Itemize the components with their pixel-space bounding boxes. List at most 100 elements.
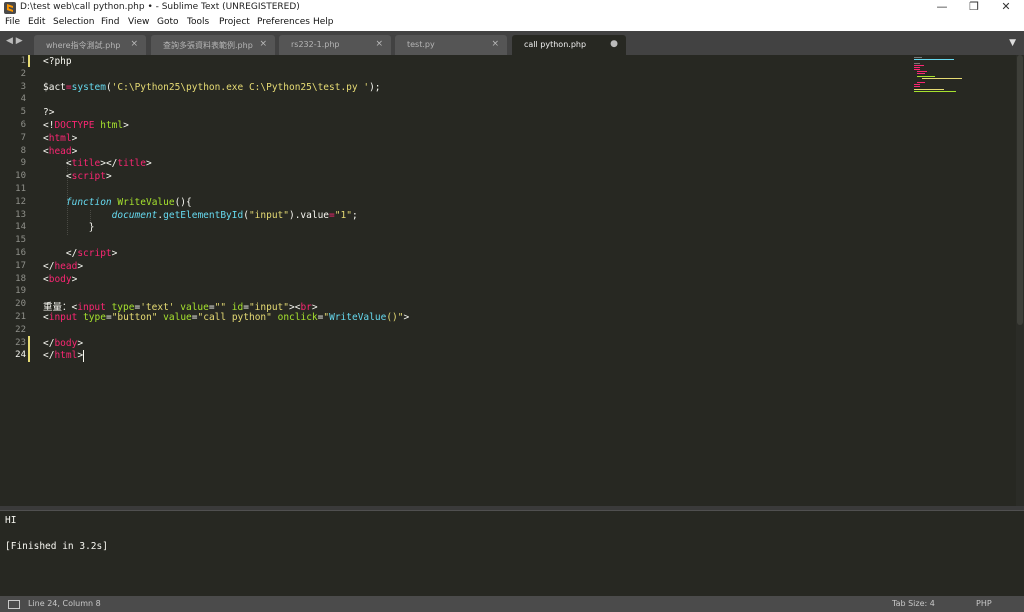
code-token: > <box>71 273 78 285</box>
code-token: </ <box>43 260 55 272</box>
code-token: 'C:\Python25\python.exe C:\Python25\test… <box>111 81 370 93</box>
tab-bar: ◀ ▶ where指令測試.php × 查詢多張資料表範例.php × rs23… <box>0 31 1024 55</box>
maximize-button[interactable]: ❐ <box>958 0 990 16</box>
tab-query[interactable]: 查詢多張資料表範例.php × <box>151 35 275 55</box>
code-line: <head> <box>43 146 77 157</box>
code-token: value <box>157 312 192 323</box>
close-button[interactable]: ✕ <box>990 0 1022 16</box>
panel-switcher-icon[interactable] <box>8 600 20 609</box>
output-line: HI <box>5 515 17 526</box>
tab-call-python[interactable]: call python.php ● <box>512 35 626 55</box>
code-token: body <box>54 337 78 349</box>
code-token: script <box>71 171 106 183</box>
code-line: </body> <box>43 338 83 349</box>
tab-close-icon[interactable]: × <box>259 39 267 49</box>
code-token: onclick <box>271 312 318 323</box>
code-token: > <box>77 337 84 349</box>
code-token: html <box>54 350 78 362</box>
menu-selection[interactable]: Selection <box>53 17 94 27</box>
minimap[interactable] <box>912 55 1022 95</box>
line-number: 23 <box>15 337 26 348</box>
code-token: script <box>77 248 112 259</box>
tab-where[interactable]: where指令測試.php × <box>34 35 146 55</box>
tab-close-icon[interactable]: × <box>375 39 383 49</box>
code-token: </ <box>43 248 78 259</box>
line-number: 12 <box>15 196 26 207</box>
tab-close-icon[interactable]: × <box>130 39 138 49</box>
code-line: </script> <box>43 248 118 259</box>
tab-nav-arrows-icon[interactable]: ◀ ▶ <box>6 36 23 46</box>
tab-menu-icon[interactable]: ▼ <box>1009 38 1016 48</box>
code-token: </ <box>43 337 55 349</box>
syntax-selector[interactable]: PHP <box>976 599 992 608</box>
menu-file[interactable]: File <box>5 17 20 27</box>
build-output-panel[interactable]: HI [Finished in 3.2s] <box>0 510 1024 595</box>
code-token: } <box>43 222 95 234</box>
menu-edit[interactable]: Edit <box>28 17 45 27</box>
code-token: "button" <box>111 312 158 323</box>
code-token: head <box>48 145 72 157</box>
line-number: 3 <box>20 81 26 92</box>
code-token: > <box>146 158 152 170</box>
tab-label: where指令測試.php <box>46 41 121 50</box>
tab-close-icon[interactable]: × <box>491 39 499 49</box>
line-number: 14 <box>15 222 26 233</box>
line-number: 17 <box>15 260 26 271</box>
line-number: 11 <box>15 184 26 194</box>
code-line: <script> <box>43 171 112 182</box>
code-token: > <box>71 145 78 157</box>
menu-preferences[interactable]: Preferences <box>257 17 310 27</box>
sublime-app-icon <box>4 2 16 14</box>
text-cursor <box>83 350 85 363</box>
line-number: 2 <box>20 68 26 79</box>
code-token: html <box>48 132 72 144</box>
output-line: [Finished in 3.2s] <box>5 541 108 552</box>
code-token: > <box>77 260 84 272</box>
line-number: 20 <box>15 299 26 310</box>
code-line: ?> <box>43 107 54 118</box>
cursor-position: Line 24, Column 8 <box>28 599 101 608</box>
code-token: "call python" <box>197 312 272 323</box>
menu-help[interactable]: Help <box>313 17 334 27</box>
line-number: 15 <box>15 235 26 246</box>
tab-rs232[interactable]: rs232-1.php × <box>279 35 391 55</box>
minimize-button[interactable]: — <box>926 0 958 16</box>
code-token: ; <box>351 209 358 221</box>
code-line: function WriteValue(){ <box>43 197 192 208</box>
line-number: 21 <box>15 312 26 322</box>
line-number: 1 <box>20 56 26 66</box>
menu-tools[interactable]: Tools <box>187 17 209 27</box>
code-line: <title></title> <box>43 158 152 169</box>
line-number-gutter: 1 2 3 4 5 6 7 8 9 10 11 12 13 14 15 16 17 18 19 20 21 22 23 24 <box>0 55 30 506</box>
code-editor[interactable]: 1 2 3 4 5 6 7 8 9 10 11 12 13 14 15 16 17 18 19 20 21 22 23 24 … <box>0 55 1024 506</box>
line-number: 9 <box>20 158 26 169</box>
line-number: 10 <box>15 171 26 182</box>
tab-test-py[interactable]: test.py × <box>395 35 507 55</box>
code-token: document <box>43 209 158 221</box>
code-token: body <box>48 273 72 285</box>
menu-goto[interactable]: Goto <box>157 17 179 27</box>
unsaved-dot-icon[interactable]: ● <box>610 39 618 49</box>
code-token: "1" <box>334 209 352 221</box>
code-token: </ <box>43 350 55 362</box>
line-number: 5 <box>20 107 26 118</box>
code-token: (){ <box>174 196 192 208</box>
menu-find[interactable]: Find <box>101 17 119 27</box>
line-number: 16 <box>15 248 26 258</box>
line-number: 18 <box>15 273 26 284</box>
menu-view[interactable]: View <box>128 17 149 27</box>
code-token: WriteValue <box>117 196 175 208</box>
code-token: > <box>403 312 410 323</box>
code-line: <!DOCTYPE html> <box>43 120 129 131</box>
line-number: 19 <box>15 286 26 297</box>
code-token: < <box>43 171 72 183</box>
menu-project[interactable]: Project <box>219 17 250 27</box>
code-token: $act <box>43 81 66 93</box>
code-token: ); <box>369 81 381 93</box>
scrollbar-thumb[interactable] <box>1017 55 1023 325</box>
code-line: </html> <box>43 350 83 361</box>
line-number: 4 <box>20 94 26 105</box>
code-line: <?php <box>43 56 72 67</box>
tab-size-selector[interactable]: Tab Size: 4 <box>892 599 935 608</box>
code-line: <html> <box>43 133 77 144</box>
